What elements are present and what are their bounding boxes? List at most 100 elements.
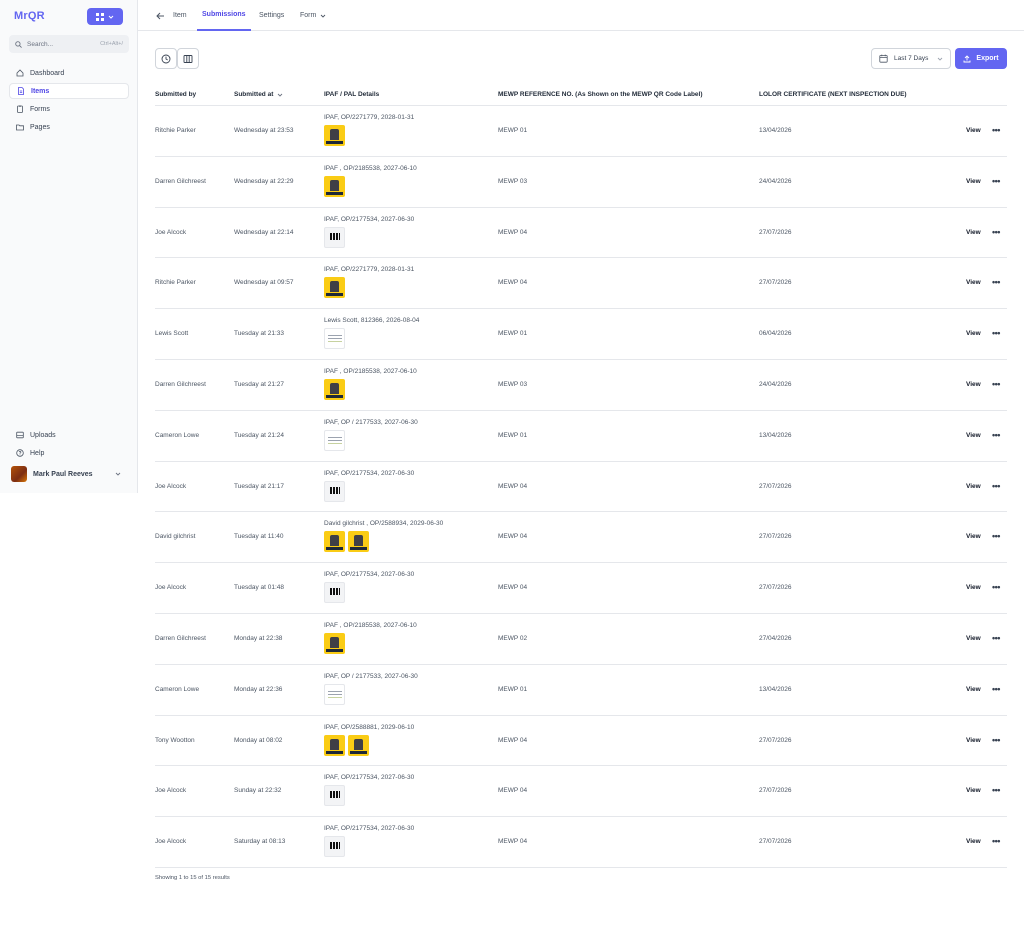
view-link[interactable]: View [966, 127, 981, 134]
sidebar-item-pages[interactable]: Pages [9, 119, 129, 135]
tab-submissions[interactable]: Submissions [197, 0, 251, 31]
id-card-thumbnail[interactable] [348, 531, 369, 553]
submitted-by-cell: Ritchie Parker [155, 127, 196, 134]
columns-button[interactable] [177, 48, 199, 69]
more-options-icon[interactable]: ••• [992, 227, 1000, 237]
view-link[interactable]: View [966, 229, 981, 236]
id-card-thumbnail[interactable] [324, 175, 345, 197]
sidebar-item-help[interactable]: Help [9, 445, 129, 461]
more-options-icon[interactable]: ••• [992, 430, 1000, 440]
table-row[interactable]: Joe Alcock Sunday at 22:32 IPAF, OP/217753… [155, 766, 1007, 818]
submitted-at-cell: Tuesday at 21:27 [234, 380, 284, 388]
tab-form[interactable]: Form [300, 0, 326, 31]
more-options-icon[interactable]: ••• [992, 633, 1000, 643]
more-options-icon[interactable]: ••• [992, 379, 1000, 389]
more-options-icon[interactable]: ••• [992, 126, 1000, 135]
id-card-thumbnail[interactable] [324, 277, 345, 299]
ipaf-details-cell: IPAF, OP/2177534, 2027-06-30 [324, 571, 414, 604]
sidebar-item-items[interactable]: Items [9, 83, 129, 99]
user-menu[interactable]: Mark Paul Reeves [9, 465, 129, 483]
id-card-thumbnail[interactable] [324, 582, 345, 604]
id-card-thumbnail[interactable] [324, 632, 345, 654]
more-options-icon[interactable]: ••• [992, 329, 1000, 338]
table-row[interactable]: Darren Gilchreest Tuesday at 21:27 IPAF , … [155, 360, 1007, 411]
table-row[interactable]: Darren Gilchreest Wednesday at 22:29 IPAF … [155, 157, 1007, 208]
column-header-submitted-at[interactable]: Submitted at [234, 91, 283, 98]
history-button[interactable] [155, 48, 177, 69]
export-button[interactable]: Export [955, 48, 1007, 69]
more-options-icon[interactable]: ••• [992, 481, 1000, 491]
submitted-by-cell: Lewis Scott [155, 330, 189, 338]
submitted-by-cell: Darren Gilchreest [155, 634, 206, 642]
column-header-lolor-certificate[interactable]: LOLOR CERTIFICATE (NEXT INSPECTION DUE) [759, 91, 907, 98]
table-row[interactable]: David gilchrist Tuesday at 11:40 David gil… [155, 512, 1007, 564]
view-link[interactable]: View [966, 533, 981, 540]
mewp-reference-cell: MEWP 04 [498, 228, 528, 236]
id-card-thumbnail[interactable] [324, 429, 345, 451]
more-options-icon[interactable]: ••• [992, 583, 1000, 592]
more-options-icon[interactable]: ••• [992, 837, 1000, 846]
view-link[interactable]: View [966, 381, 981, 388]
table-row[interactable]: Joe Alcock Tuesday at 01:48 IPAF, OP/21775… [155, 563, 1007, 614]
thumbnail-list [324, 175, 417, 197]
id-card-thumbnail[interactable] [324, 226, 345, 248]
view-link[interactable]: View [966, 584, 981, 591]
id-card-thumbnail[interactable] [324, 328, 345, 350]
view-link[interactable]: View [966, 686, 981, 693]
ipaf-details-text: IPAF, OP/2177534, 2027-06-30 [324, 825, 415, 833]
thumbnail-list [324, 429, 418, 451]
column-header-label: Submitted at [234, 91, 274, 98]
search-icon [15, 40, 22, 48]
table-row[interactable]: Darren Gilchreest Monday at 22:38 IPAF , O… [155, 614, 1007, 665]
back-to-item-link[interactable]: Item [156, 0, 187, 31]
view-link[interactable]: View [966, 737, 981, 744]
id-card-thumbnail[interactable] [324, 125, 345, 146]
grid-icon [96, 12, 104, 21]
more-options-icon[interactable]: ••• [992, 786, 1000, 795]
column-header-mewp-reference[interactable]: MEWP REFERENCE NO. (As Shown on the MEWP… [498, 91, 703, 98]
table-row[interactable]: Joe Alcock Saturday at 08:13 IPAF, OP/2177… [155, 817, 1007, 868]
column-header-ipaf-details[interactable]: IPAF / PAL Details [324, 91, 379, 98]
view-link[interactable]: View [966, 635, 981, 642]
view-link[interactable]: View [966, 330, 981, 337]
app-logo[interactable]: MrQR [14, 10, 45, 22]
table-row[interactable]: Cameron Lowe Tuesday at 21:24 IPAF, OP / 2… [155, 411, 1007, 462]
search-input[interactable]: Search... Ctrl+Alt+/ [9, 35, 129, 53]
view-link[interactable]: View [966, 483, 981, 490]
view-link[interactable]: View [966, 432, 981, 439]
table-row[interactable]: Cameron Lowe Monday at 22:36 IPAF, OP / 21… [155, 665, 1007, 716]
more-options-icon[interactable]: ••• [992, 278, 1000, 287]
sidebar-item-forms[interactable]: Forms [9, 101, 129, 117]
more-options-icon[interactable]: ••• [992, 532, 1000, 541]
sidebar-item-dashboard[interactable]: Dashboard [9, 65, 129, 81]
thumbnail-list [324, 328, 419, 350]
view-link[interactable]: View [966, 838, 981, 845]
view-link[interactable]: View [966, 279, 981, 286]
more-options-icon[interactable]: ••• [992, 176, 1000, 186]
arrow-left-icon [156, 12, 164, 19]
id-card-thumbnail[interactable] [324, 531, 345, 553]
mewp-reference-cell: MEWP 01 [498, 685, 528, 693]
sidebar-item-uploads[interactable]: Uploads [9, 427, 129, 443]
date-range-select[interactable]: Last 7 Days [871, 48, 951, 69]
tab-settings[interactable]: Settings [259, 0, 284, 31]
view-link[interactable]: View [966, 787, 981, 794]
app-switcher-button[interactable] [87, 8, 123, 25]
id-card-thumbnail[interactable] [324, 785, 345, 807]
id-card-thumbnail[interactable] [324, 683, 345, 705]
more-options-icon[interactable]: ••• [992, 735, 1000, 745]
table-row[interactable]: Lewis Scott Tuesday at 21:33 Lewis Scott, … [155, 309, 1007, 360]
view-link[interactable]: View [966, 178, 981, 185]
id-card-thumbnail[interactable] [324, 836, 345, 858]
id-card-thumbnail[interactable] [324, 378, 345, 400]
table-row[interactable]: Joe Alcock Wednesday at 22:14 IPAF, OP/217… [155, 208, 1007, 259]
table-row[interactable]: Ritchie Parker Wednesday at 09:57 IPAF, OP… [155, 258, 1007, 310]
column-header-submitted-by[interactable]: Submitted by [155, 91, 196, 98]
id-card-thumbnail[interactable] [348, 734, 369, 756]
table-row[interactable]: Joe Alcock Tuesday at 21:17 IPAF, OP/21775… [155, 462, 1007, 513]
more-options-icon[interactable]: ••• [992, 684, 1000, 694]
id-card-thumbnail[interactable] [324, 480, 345, 502]
table-row[interactable]: Tony Wootton Monday at 08:02 IPAF, OP/2588… [155, 716, 1007, 767]
id-card-thumbnail[interactable] [324, 734, 345, 756]
table-row[interactable]: Ritchie Parker Wednesday at 23:53 IPAF, OP… [155, 106, 1007, 157]
